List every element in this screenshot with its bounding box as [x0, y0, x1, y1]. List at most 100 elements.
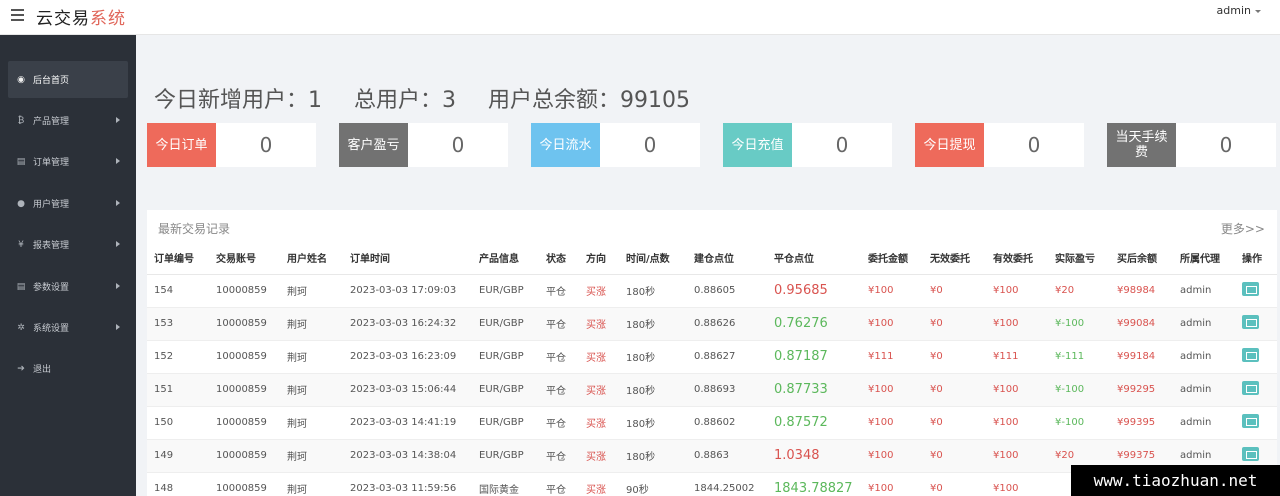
cell-time: 2023-03-03 11:59:56 [343, 472, 472, 496]
cell-invalid: ¥0 [923, 406, 986, 440]
cell-duration: 90秒 [619, 472, 687, 496]
cell-duration: 180秒 [619, 439, 687, 473]
card-today-flow: 今日流水 0 [531, 123, 700, 167]
cell-pnl: ¥-100 [1048, 373, 1110, 407]
column-header: 有效委托 [986, 242, 1048, 275]
table-row: 151 10000859 荆珂 2023-03-03 15:06:44 EUR/GBP 平… [147, 373, 1277, 407]
cell-time: 2023-03-03 16:24:32 [343, 307, 472, 341]
yen-icon: ¥ [18, 239, 24, 250]
cell-product: EUR/GBP [472, 307, 539, 341]
table-row: 153 10000859 荆珂 2023-03-03 16:24:32 EUR/GBP 平… [147, 307, 1277, 341]
cell-close: 1843.78827 [767, 472, 861, 496]
cell-valid: ¥100 [986, 439, 1048, 473]
sidebar-item-dashboard[interactable]: ◉ 后台首页 [8, 61, 128, 98]
column-header: 实际盈亏 [1048, 242, 1110, 275]
cell-product: EUR/GBP [472, 406, 539, 440]
cell-amount: ¥100 [861, 472, 923, 496]
column-header: 方向 [579, 242, 619, 275]
column-header: 建仓点位 [687, 242, 767, 275]
cell-valid: ¥100 [986, 406, 1048, 440]
cell-amount: ¥100 [861, 274, 923, 308]
user-menu[interactable]: admin [1217, 4, 1261, 17]
menu-toggle-icon[interactable] [11, 9, 24, 21]
card-value: 0 [835, 133, 849, 157]
cell-invalid: ¥0 [923, 439, 986, 473]
chevron-right-icon [116, 200, 120, 206]
cell-duration: 180秒 [619, 307, 687, 341]
cell-close: 0.95685 [767, 274, 861, 308]
view-detail-icon[interactable] [1242, 315, 1259, 329]
cell-name: 荆珂 [280, 472, 343, 496]
sidebar-item-label: 订单管理 [33, 158, 70, 168]
table-row: 152 10000859 荆珂 2023-03-03 16:23:09 EUR/GBP 平… [147, 340, 1277, 374]
table-header-row: 订单编号 交易账号 用户姓名 订单时间 产品信息 状态 方向 时间/点数 建仓点… [147, 242, 1277, 275]
cell-time: 2023-03-03 15:06:44 [343, 373, 472, 407]
view-detail-icon[interactable] [1242, 447, 1259, 461]
cell-direction: 买涨 [579, 439, 619, 473]
cell-product: EUR/GBP [472, 373, 539, 407]
app-brand: 云交易系统 [36, 4, 126, 29]
view-detail-icon[interactable] [1242, 348, 1259, 362]
cell-pnl: ¥20 [1048, 274, 1110, 308]
cell-account: 10000859 [209, 406, 280, 440]
cell-id: 154 [147, 274, 209, 308]
cell-direction: 买涨 [579, 340, 619, 374]
sidebar-item-orders[interactable]: ▤ 订单管理 [8, 143, 128, 180]
column-header: 时间/点数 [619, 242, 687, 275]
sidebar-item-reports[interactable]: ¥ 报表管理 [8, 226, 128, 263]
card-value: 0 [259, 133, 273, 157]
cell-product: EUR/GBP [472, 274, 539, 308]
cell-invalid: ¥0 [923, 472, 986, 496]
sidebar-item-products[interactable]: ₿ 产品管理 [8, 102, 128, 139]
cell-direction: 买涨 [579, 406, 619, 440]
card-label: 今日订单 [147, 123, 216, 167]
chevron-right-icon [116, 324, 120, 330]
cell-invalid: ¥0 [923, 340, 986, 374]
chevron-right-icon [116, 117, 120, 123]
sidebar: ◉ 后台首页 ₿ 产品管理 ▤ 订单管理 ● 用户管理 ¥ 报表管理 ▤ 参数设… [0, 35, 136, 496]
sidebar-item-users[interactable]: ● 用户管理 [8, 185, 128, 222]
cell-status: 平仓 [539, 472, 579, 496]
user-name: admin [1216, 4, 1251, 17]
cell-name: 荆珂 [280, 373, 343, 407]
cell-valid: ¥111 [986, 340, 1048, 374]
sidebar-item-label: 后台首页 [33, 76, 70, 86]
cell-close: 0.76276 [767, 307, 861, 341]
cell-duration: 180秒 [619, 274, 687, 308]
more-link[interactable]: 更多>> [1221, 220, 1265, 237]
cell-time: 2023-03-03 14:41:19 [343, 406, 472, 440]
view-detail-icon[interactable] [1242, 381, 1259, 395]
cell-valid: ¥100 [986, 307, 1048, 341]
cell-duration: 180秒 [619, 340, 687, 374]
cell-close: 0.87187 [767, 340, 861, 374]
cell-agent: admin [1173, 274, 1235, 308]
sidebar-item-parameters[interactable]: ▤ 参数设置 [8, 268, 128, 305]
cell-valid: ¥100 [986, 472, 1048, 496]
cell-valid: ¥100 [986, 373, 1048, 407]
view-detail-icon[interactable] [1242, 282, 1259, 296]
cell-name: 荆珂 [280, 274, 343, 308]
column-header: 状态 [539, 242, 579, 275]
sidebar-item-label: 报表管理 [33, 241, 70, 251]
cell-status: 平仓 [539, 406, 579, 440]
cell-open: 0.88605 [687, 274, 767, 308]
sidebar-item-system[interactable]: ✲ 系统设置 [8, 309, 128, 346]
brand-main: 云交易 [36, 9, 90, 29]
table-row: 154 10000859 荆珂 2023-03-03 17:09:03 EUR/GBP 平… [147, 274, 1277, 308]
cell-account: 10000859 [209, 439, 280, 473]
card-value: 0 [451, 133, 465, 157]
top-bar: 云交易系统 admin [0, 0, 1280, 35]
cell-duration: 180秒 [619, 406, 687, 440]
sidebar-item-logout[interactable]: ➔ 退出 [8, 350, 128, 387]
signout-icon: ➔ [17, 363, 25, 374]
view-detail-icon[interactable] [1242, 414, 1259, 428]
cell-agent: admin [1173, 340, 1235, 374]
cell-close: 1.0348 [767, 439, 861, 473]
brand-accent: 系统 [90, 9, 126, 29]
bitcoin-icon: ₿ [17, 116, 25, 126]
cell-open: 0.88627 [687, 340, 767, 374]
cell-open: 0.88602 [687, 406, 767, 440]
column-header: 委托金额 [861, 242, 923, 275]
card-value: 0 [1027, 133, 1041, 157]
column-header: 平仓点位 [767, 242, 861, 275]
